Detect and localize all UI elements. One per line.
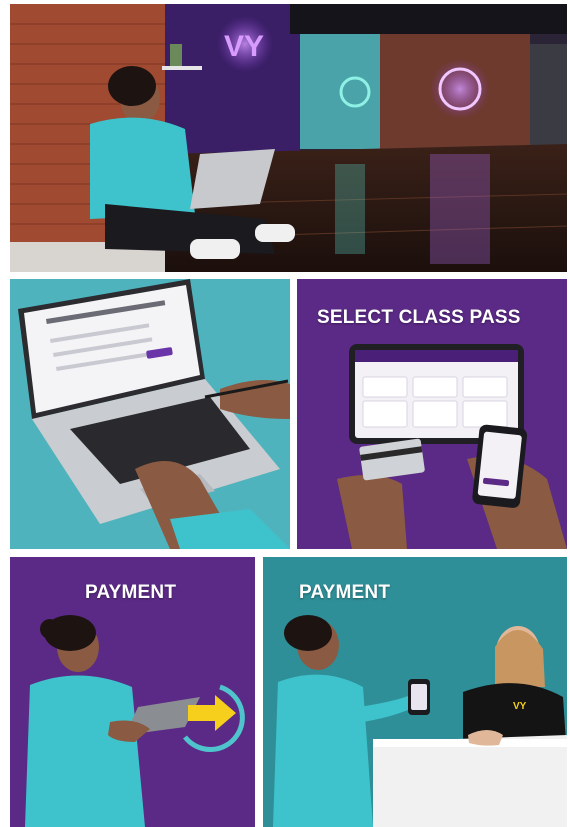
woman-hoodie [25,675,145,827]
panel-payment-front-desk: VY PAYMENT [263,557,567,827]
customer-hoodie [273,674,373,827]
caption-select-class-pass: SELECT CLASS PASS [317,307,521,328]
reception-counter [373,735,567,827]
shirt-logo-icon: VY [513,701,527,712]
studio-scene: VY [10,4,567,272]
caption-payment-tablet: PAYMENT [85,582,177,603]
panel-laptop-booking [10,279,290,549]
panel-select-class-pass: SELECT CLASS PASS [297,279,567,549]
neon-logo-icon: VY [224,30,264,63]
laptop-scene [10,279,290,549]
caption-payment-front-desk: PAYMENT [299,582,391,603]
panel-payment-tablet: PAYMENT [10,557,255,827]
panel-studio-laptop: VY [10,4,567,272]
